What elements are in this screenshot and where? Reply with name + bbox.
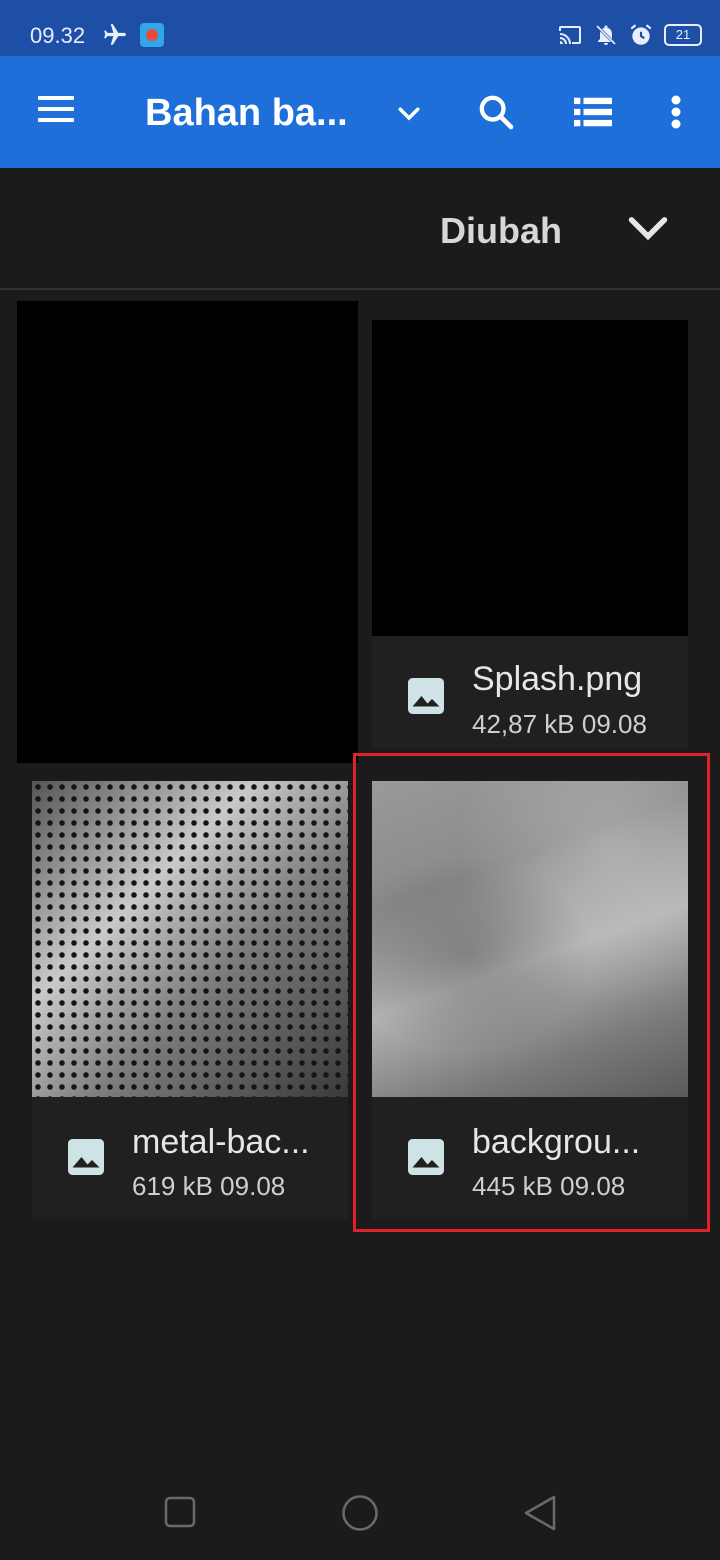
app-bar: Bahan ba... bbox=[0, 56, 720, 168]
file-name: metal-bac... bbox=[132, 1123, 310, 1161]
more-vert-icon[interactable] bbox=[666, 94, 686, 130]
sort-header: Diubah bbox=[0, 168, 720, 290]
sort-label[interactable]: Diubah bbox=[440, 210, 562, 252]
thumbnail bbox=[32, 781, 348, 1097]
battery-icon: 21 bbox=[664, 24, 702, 46]
screen-record-icon bbox=[140, 23, 164, 47]
menu-icon-line-bottom bbox=[38, 118, 74, 122]
menu-icon-line-mid bbox=[38, 107, 74, 111]
file-card-splash[interactable]: Splash.png 42,87 kB 09.08 bbox=[372, 320, 688, 748]
menu-icon-line-top bbox=[38, 96, 74, 100]
file-card-metal[interactable]: metal-bac... 619 kB 09.08 bbox=[32, 781, 348, 1219]
list-view-icon[interactable] bbox=[574, 96, 612, 128]
home-icon[interactable] bbox=[341, 1494, 379, 1532]
file-tile-preview[interactable] bbox=[17, 301, 358, 763]
image-file-icon bbox=[408, 678, 444, 714]
file-name: Splash.png bbox=[472, 660, 643, 698]
chevron-down-icon[interactable] bbox=[626, 214, 670, 244]
selection-highlight bbox=[353, 753, 710, 1232]
status-bar: 09.32 21 bbox=[0, 0, 720, 56]
search-icon[interactable] bbox=[476, 92, 516, 132]
chevron-down-icon[interactable] bbox=[394, 98, 424, 128]
cast-icon bbox=[559, 26, 581, 44]
airplane-icon bbox=[104, 24, 126, 45]
back-icon[interactable] bbox=[522, 1494, 558, 1532]
file-meta: 619 kB 09.08 bbox=[132, 1171, 286, 1201]
mute-icon bbox=[595, 24, 617, 46]
status-right-icons: 21 bbox=[556, 22, 702, 48]
navigation-bar bbox=[0, 1464, 720, 1560]
status-left-icons bbox=[100, 22, 164, 48]
status-time: 09.32 bbox=[30, 23, 86, 48]
recents-icon[interactable] bbox=[164, 1496, 196, 1528]
file-meta: 42,87 kB 09.08 bbox=[472, 709, 647, 739]
menu-button[interactable] bbox=[38, 96, 74, 124]
folder-title[interactable]: Bahan ba... bbox=[145, 92, 348, 135]
thumbnail bbox=[372, 320, 688, 636]
image-file-icon bbox=[68, 1139, 104, 1175]
alarm-icon bbox=[630, 24, 652, 45]
